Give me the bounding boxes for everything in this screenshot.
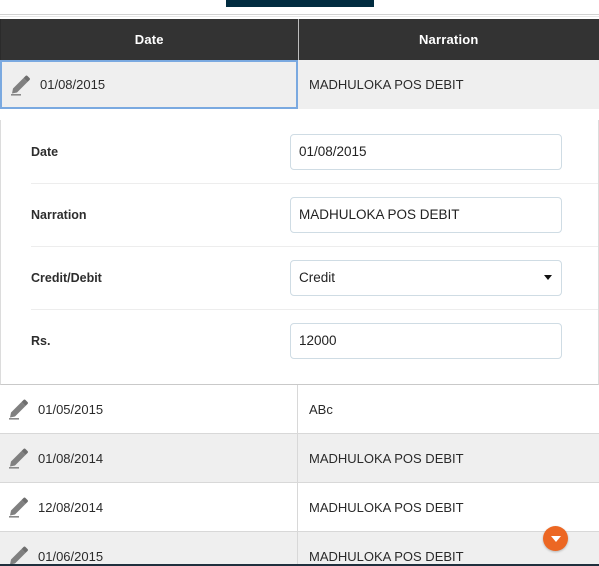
cell-date-text: 01/06/2015 [38,548,104,564]
pencil-icon[interactable] [6,446,32,470]
cell-narration[interactable]: MADHULOKA POS DEBIT [298,60,599,109]
amount-input[interactable]: 12000 [290,322,562,359]
cell-narration-text: MADHULOKA POS DEBIT [309,450,464,466]
scroll-down-fab[interactable] [543,526,568,551]
credit-debit-select[interactable]: Credit [290,259,562,296]
cell-narration[interactable]: ABc [298,385,599,433]
cell-date[interactable]: 01/06/2015 [0,532,298,566]
cell-date-text: 01/08/2015 [40,77,106,92]
column-header-narration-label: Narration [418,32,479,47]
cell-narration-text: MADHULOKA POS DEBIT [309,499,464,515]
pencil-icon[interactable] [6,495,32,519]
form-field-credit-debit: Credit [290,259,562,296]
top-divider-secondary [0,16,599,17]
form-row-date: Date 01/08/2015 [1,120,598,183]
active-tab-indicator[interactable] [226,0,374,7]
top-strip [0,0,599,14]
cell-date-text: 01/05/2015 [38,401,104,417]
cell-date[interactable]: 12/08/2014 [0,483,298,531]
cell-date-text: 12/08/2014 [38,499,104,515]
table-row[interactable]: 01/06/2015 MADHULOKA POS DEBIT [0,532,599,566]
column-header-narration[interactable]: Narration [299,19,599,60]
cell-narration-text: MADHULOKA POS DEBIT [309,77,464,92]
pencil-icon[interactable] [6,544,32,566]
cell-narration-text: MADHULOKA POS DEBIT [309,548,464,564]
form-row-narration: Narration MADHULOKA POS DEBIT [1,183,598,246]
cell-narration[interactable]: MADHULOKA POS DEBIT [298,434,599,482]
form-field-narration: MADHULOKA POS DEBIT [290,196,562,233]
narration-input-value: MADHULOKA POS DEBIT [299,207,460,222]
column-header-date-label: Date [134,32,164,47]
form-label-date: Date [31,144,59,159]
cell-narration[interactable]: MADHULOKA POS DEBIT [298,483,599,531]
form-row-amount: Rs. 12000 [1,309,598,372]
form-field-date: 01/08/2015 [290,133,562,170]
form-field-amount: 12000 [290,322,562,359]
narration-input[interactable]: MADHULOKA POS DEBIT [290,196,562,233]
chevron-down-icon [550,536,561,542]
date-input-value: 01/08/2015 [299,144,367,159]
chevron-down-icon[interactable] [544,274,552,280]
table-row[interactable]: 01/08/2015 MADHULOKA POS DEBIT [0,60,599,109]
date-input[interactable]: 01/08/2015 [290,133,562,170]
cell-date[interactable]: 01/08/2014 [0,434,298,482]
cell-narration-text: ABc [309,401,333,417]
table-row[interactable]: 01/05/2015 ABc [0,385,599,434]
column-header-date[interactable]: Date [1,19,299,60]
cell-date-text: 01/08/2014 [38,450,104,466]
form-row-credit-debit: Credit/Debit Credit [1,246,598,309]
amount-input-value: 12000 [299,333,337,348]
table-row[interactable]: 01/08/2014 MADHULOKA POS DEBIT [0,434,599,483]
cell-date[interactable]: 01/08/2015 [0,60,298,109]
pencil-icon[interactable] [8,73,34,97]
inline-edit-form: Date 01/08/2015 Narration MADHULOKA POS … [0,120,599,385]
form-label-credit-debit: Credit/Debit [31,270,102,285]
credit-debit-select-value: Credit [299,270,336,285]
form-label-amount: Rs. [31,333,51,348]
cell-date[interactable]: 01/05/2015 [0,385,298,433]
form-label-narration: Narration [31,207,87,222]
top-divider [0,14,599,15]
transactions-table-continued: 01/05/2015 ABc 01/08/2014 MADHULOKA POS … [0,385,599,566]
pencil-icon[interactable] [6,397,32,421]
table-header-row: Date Narration [0,19,599,60]
transactions-table: Date Narration 01/08/2015 MADHULOKA POS [0,19,599,109]
table-row[interactable]: 12/08/2014 MADHULOKA POS DEBIT [0,483,599,532]
app-root: Date Narration 01/08/2015 MADHULOKA POS [0,0,599,566]
